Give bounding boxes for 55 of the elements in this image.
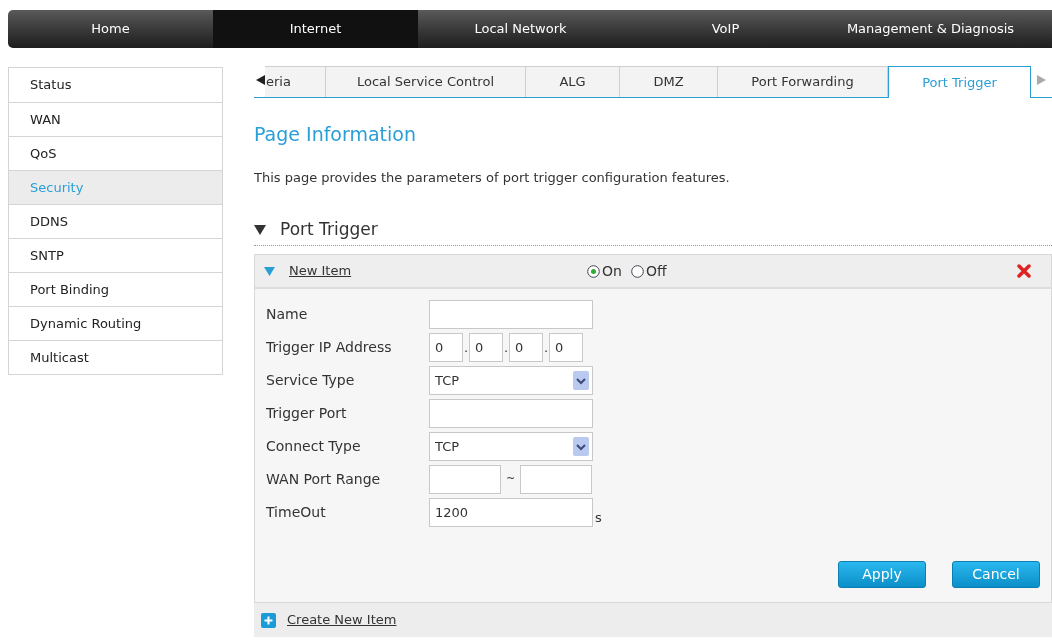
radio-label: On: [602, 261, 622, 281]
range-end-field[interactable]: [520, 465, 592, 494]
range-separator: ~: [504, 471, 517, 488]
unit-label: s: [595, 508, 602, 527]
page-title: Page Information: [254, 122, 418, 147]
field-label: TimeOut: [266, 503, 327, 522]
nav-tab[interactable]: Internet: [213, 10, 418, 48]
chevron-down-icon: [573, 437, 589, 456]
tab[interactable]: eria: [265, 66, 326, 97]
ip-octet-field[interactable]: 0: [549, 333, 583, 362]
nav-tab[interactable]: Home: [8, 10, 213, 48]
sidebar-item[interactable]: SNTP: [9, 238, 222, 272]
sidebar-item[interactable]: Dynamic Routing: [9, 306, 222, 340]
sidebar-item[interactable]: Status: [9, 68, 222, 102]
chevron-down-icon: [573, 371, 589, 390]
ip-separator: .: [503, 338, 509, 357]
radio-button[interactable]: [630, 264, 644, 278]
ip-octet-field[interactable]: 0: [469, 333, 503, 362]
field-label: Trigger Port: [266, 404, 348, 423]
dropdown[interactable]: TCP: [429, 432, 593, 461]
sidebar-item[interactable]: Multicast: [9, 340, 222, 374]
tab[interactable]: DMZ: [620, 66, 718, 97]
sidebar-item[interactable]: DDNS: [9, 204, 222, 238]
item-title-link[interactable]: New Item: [289, 261, 587, 281]
nav-tab[interactable]: VoIP: [623, 10, 828, 48]
sidebar-item[interactable]: Port Binding: [9, 272, 222, 306]
sidebar-item[interactable]: WAN: [9, 102, 222, 136]
field-label: Name: [266, 305, 309, 324]
nav-tab[interactable]: Management & Diagnosis: [828, 10, 1033, 48]
tab[interactable]: Port Forwarding: [718, 66, 888, 97]
text-field[interactable]: 1200: [429, 498, 593, 527]
ip-octet-field[interactable]: 0: [429, 333, 463, 362]
ip-separator: .: [543, 338, 549, 357]
page-description: This page provides the parameters of port trigger configuration features.: [254, 168, 731, 187]
field-label: Connect Type: [266, 437, 362, 456]
collapse-triangle-icon[interactable]: [254, 224, 266, 235]
ip-separator: .: [463, 338, 469, 357]
field-label: Trigger IP Address: [266, 338, 393, 357]
scroll-right-icon[interactable]: [1037, 75, 1046, 85]
dropdown[interactable]: TCP: [429, 366, 593, 395]
text-field[interactable]: [429, 300, 593, 329]
section-title: Port Trigger: [280, 217, 378, 241]
radio-label: Off: [645, 261, 667, 281]
radio-button[interactable]: [587, 264, 600, 278]
tab[interactable]: ALG: [526, 66, 620, 97]
nav-tab[interactable]: Local Network: [418, 10, 623, 48]
ip-octet-field[interactable]: 0: [509, 333, 543, 362]
field-label: WAN Port Range: [266, 470, 382, 489]
plus-icon[interactable]: [261, 612, 276, 628]
range-start-field[interactable]: [429, 465, 501, 494]
delete-icon[interactable]: [1017, 264, 1031, 278]
field-label: Service Type: [266, 371, 356, 390]
tab[interactable]: Local Service Control: [326, 66, 526, 97]
text-field[interactable]: [429, 399, 593, 428]
create-item-link[interactable]: Create New Item: [287, 610, 397, 630]
